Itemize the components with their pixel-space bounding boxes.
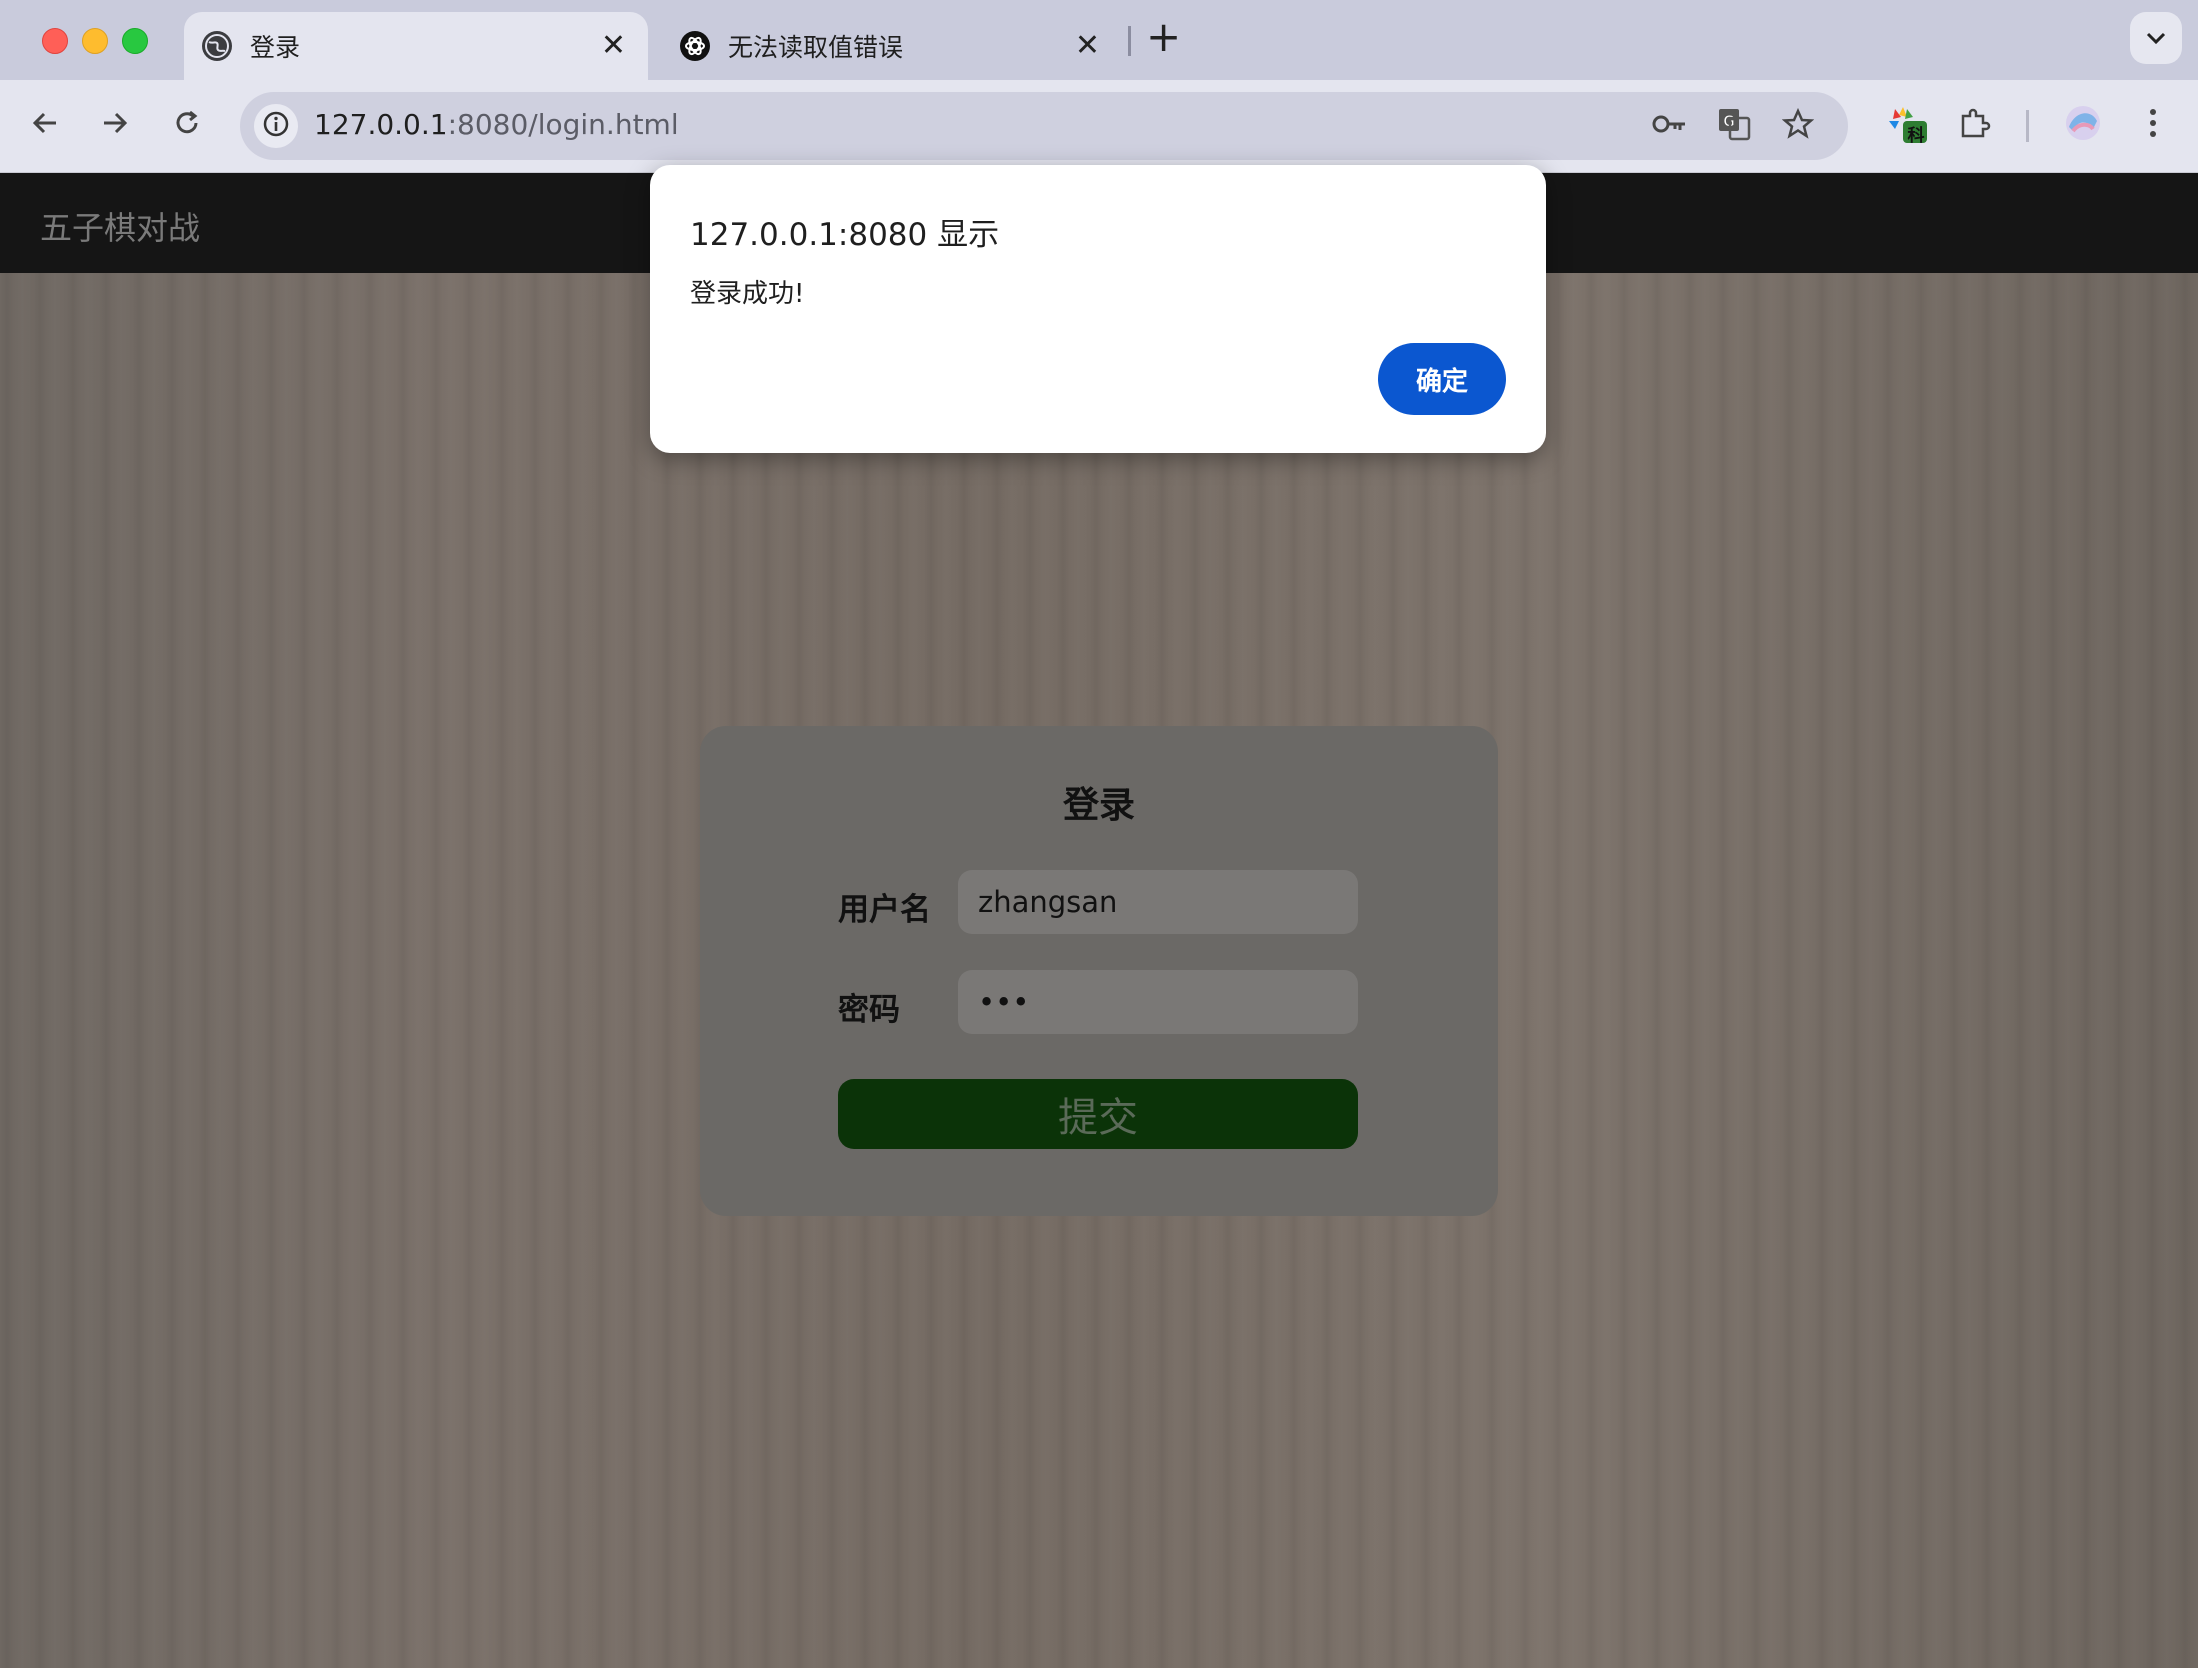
- translate-icon: G: [1717, 107, 1751, 145]
- tab-close-icon[interactable]: ✕: [601, 31, 626, 61]
- profile-button[interactable]: [2060, 102, 2106, 148]
- tab-login[interactable]: 登录 ✕: [184, 12, 648, 80]
- forward-button[interactable]: [92, 102, 138, 148]
- extension-button[interactable]: 科: [1884, 102, 1930, 148]
- site-title[interactable]: 五子棋对战: [40, 203, 200, 249]
- star-icon: [1781, 107, 1815, 144]
- more-vertical-icon: [2148, 107, 2158, 143]
- tab-separator: [1128, 26, 1131, 56]
- alert-dialog: 127.0.0.1:8080 显示 登录成功! 确定: [650, 165, 1546, 453]
- tab-error[interactable]: 无法读取值错误 ✕: [662, 12, 1122, 80]
- url-text[interactable]: 127.0.0.1:8080/login.html: [314, 108, 679, 141]
- tab-title: 无法读取值错误: [728, 33, 904, 62]
- tab-title: 登录: [250, 33, 301, 62]
- username-input[interactable]: zhangsan: [958, 870, 1358, 934]
- extensions-menu-button[interactable]: [1952, 102, 1998, 148]
- tab-search-button[interactable]: [2130, 12, 2182, 64]
- zoom-window-button[interactable]: [122, 28, 148, 54]
- globe-icon: [202, 31, 232, 61]
- info-icon: [262, 110, 290, 142]
- extension-logo-icon: 科: [1885, 103, 1929, 147]
- arrow-left-icon: [30, 108, 60, 142]
- address-bar[interactable]: 127.0.0.1:8080/login.html G: [240, 92, 1848, 160]
- puzzle-icon: [1958, 106, 1992, 144]
- new-tab-button[interactable]: +: [1146, 16, 1181, 58]
- tab-strip: 登录 ✕ 无法读取值错误 ✕ +: [0, 0, 2198, 80]
- avatar: [2063, 103, 2103, 147]
- toolbar-separator: [2026, 110, 2029, 142]
- reload-button[interactable]: [164, 102, 210, 148]
- url-path: :8080/login.html: [447, 108, 679, 141]
- openai-icon: [680, 31, 710, 61]
- dialog-title: 127.0.0.1:8080 显示: [690, 217, 1000, 253]
- key-icon: [1652, 112, 1688, 140]
- password-key-button[interactable]: [1652, 108, 1688, 144]
- url-host: 127.0.0.1: [314, 108, 448, 141]
- extension-badge: 科: [1907, 126, 1925, 146]
- bookmark-button[interactable]: [1780, 107, 1816, 144]
- back-button[interactable]: [22, 102, 68, 148]
- tab-close-icon[interactable]: ✕: [1075, 31, 1100, 61]
- browser-menu-button[interactable]: [2130, 102, 2176, 148]
- login-form: 登录 用户名 zhangsan 密码 ••• 提交: [700, 726, 1498, 1216]
- password-input[interactable]: •••: [958, 970, 1358, 1034]
- username-label: 用户名: [838, 892, 931, 928]
- translate-button[interactable]: G: [1716, 108, 1752, 144]
- close-window-button[interactable]: [42, 28, 68, 54]
- password-label: 密码: [838, 992, 900, 1028]
- chevron-down-icon: [2145, 26, 2167, 51]
- site-info-button[interactable]: [254, 104, 298, 148]
- browser-toolbar: 127.0.0.1:8080/login.html G 科: [0, 80, 2198, 173]
- minimize-window-button[interactable]: [82, 28, 108, 54]
- arrow-right-icon: [100, 108, 130, 142]
- login-title: 登录: [1062, 785, 1135, 826]
- reload-icon: [172, 108, 202, 142]
- submit-button[interactable]: 提交: [838, 1079, 1358, 1149]
- dialog-message: 登录成功!: [690, 279, 805, 309]
- ok-button[interactable]: 确定: [1378, 343, 1506, 415]
